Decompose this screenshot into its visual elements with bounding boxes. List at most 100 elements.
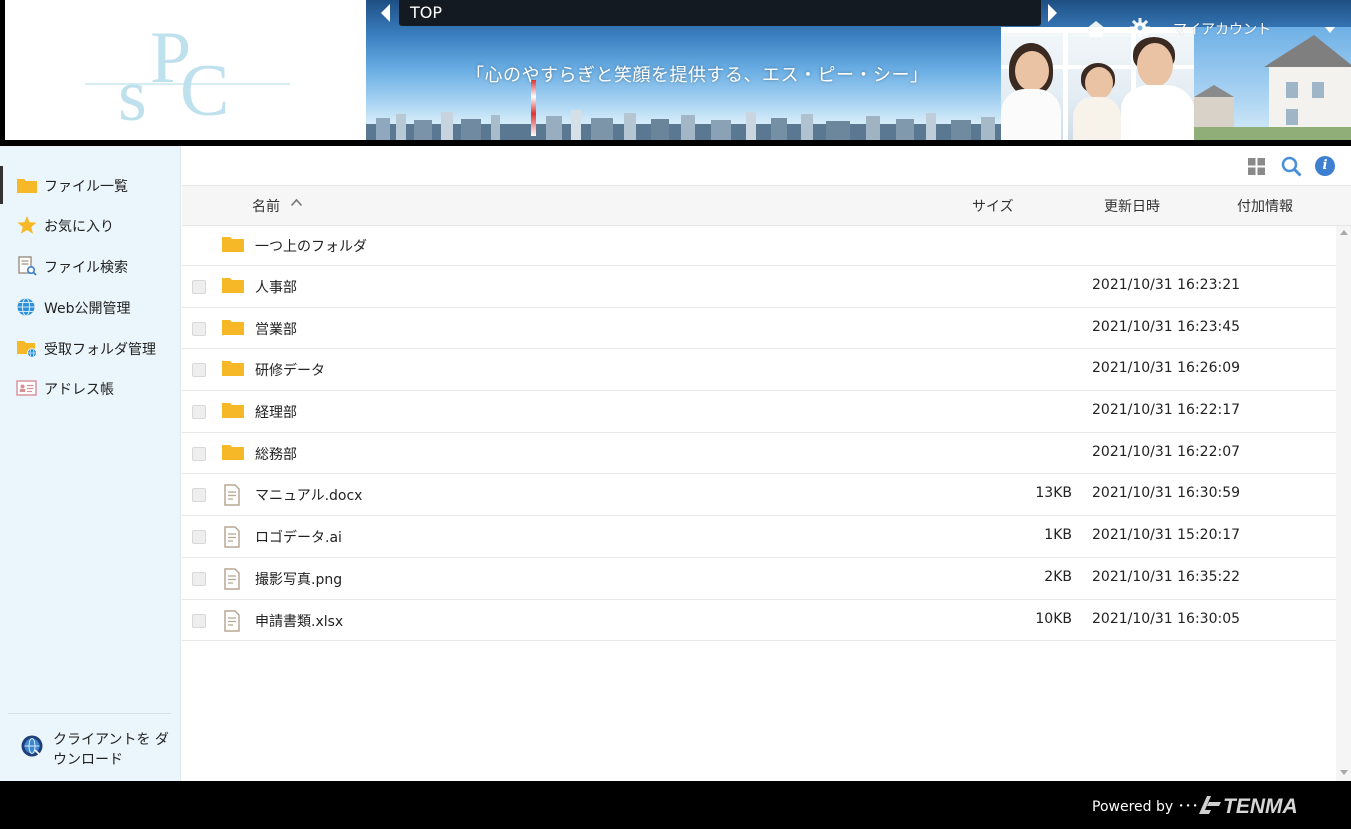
client-download-button[interactable]: クライアントを ダウンロード [0,721,181,776]
sidebar-item-receive-folder[interactable]: 受取フォルダ管理 [0,329,181,367]
table-row[interactable]: 研修データ 2021/10/31 16:26:09 [182,349,1336,392]
column-header-modified[interactable]: 更新日時 [1104,196,1160,216]
column-header-name[interactable]: 名前 [252,196,280,216]
table-row[interactable]: 営業部 2021/10/31 16:23:45 [182,308,1336,350]
parent-folder-label: 一つ上のフォルダ [255,239,367,255]
banner-tagline: 「心のやすらぎと笑顔を提供する、エス・ピー・シー」 [466,65,929,86]
folder-icon [222,278,244,293]
sidebar-item-label: 受取フォルダ管理 [44,342,156,358]
row-name: 撮影写真.png [255,571,343,588]
client-download-icon [21,735,43,757]
table-row[interactable]: 経理部 2021/10/31 16:22:17 [182,391,1336,433]
address-card-icon [16,380,37,396]
vertical-scrollbar[interactable] [1336,226,1351,781]
sidebar-item-label: ファイル一覧 [44,179,128,195]
folder-icon [222,361,244,377]
row-checkbox[interactable] [192,363,206,378]
row-modified: 2021/10/31 16:23:45 [1092,318,1241,335]
scroll-down-arrow-icon[interactable] [1340,770,1348,775]
breadcrumb-forward-arrow-icon[interactable] [1048,4,1057,22]
chevron-down-icon[interactable] [1325,27,1335,33]
tenma-brand-text: TENMA [1223,795,1298,818]
home-icon[interactable] [1085,20,1107,38]
column-header-extra-info[interactable]: 付加情報 [1237,196,1293,216]
house-photo [1194,27,1351,140]
city-skyline-image [366,110,1006,140]
sidebar-item-address-book[interactable]: アドレス帳 [0,369,181,407]
table-row[interactable]: 撮影写真.png 2KB 2021/10/31 16:35:22 [182,558,1336,600]
row-checkbox[interactable] [192,280,206,294]
row-modified: 2021/10/31 16:26:09 [1092,360,1241,377]
row-modified: 2021/10/31 16:22:17 [1092,402,1241,419]
gear-icon[interactable] [1130,18,1150,38]
svg-text:C: C [180,50,229,130]
row-checkbox[interactable] [192,488,206,503]
search-icon[interactable] [1281,156,1302,177]
sidebar-item-file-search[interactable]: ファイル検索 [0,247,181,285]
spc-logo-icon: s P C [85,17,290,130]
star-icon [17,216,37,234]
row-size: 2KB [1044,568,1072,585]
tenma-logo-icon[interactable]: TENMA [1197,792,1327,818]
folder-icon [222,444,244,460]
row-name: 経理部 [255,405,297,422]
folder-icon [17,179,37,193]
document-icon [224,568,240,590]
row-modified: 2021/10/31 16:30:59 [1092,485,1241,502]
row-size: 10KB [1035,610,1072,627]
row-name: ロゴデータ.ai [255,530,342,547]
table-header: 名前 サイズ 更新日時 付加情報 [182,186,1351,226]
table-row[interactable]: ロゴデータ.ai 1KB 2021/10/31 15:20:17 [182,516,1336,558]
table-row[interactable]: 総務部 2021/10/31 16:22:07 [182,433,1336,475]
document-icon [224,526,240,548]
family-photo [1001,27,1194,140]
row-checkbox[interactable] [192,613,206,628]
sort-ascending-icon[interactable] [290,198,303,207]
row-modified: 2021/10/31 16:30:05 [1092,610,1241,627]
row-name: マニュアル.docx [255,488,363,505]
row-modified: 2021/10/31 16:22:07 [1092,443,1241,460]
file-search-icon [18,256,37,276]
client-download-label: クライアントを ダウンロード [53,732,169,768]
sidebar-item-file-list[interactable]: ファイル一覧 [0,166,181,204]
row-modified: 2021/10/31 16:23:21 [1092,277,1241,293]
table-row[interactable]: 申請書類.xlsx 10KB 2021/10/31 16:30:05 [182,600,1336,642]
row-modified: 2021/10/31 16:35:22 [1092,568,1241,585]
folder-icon [222,319,244,335]
app-footer: Powered by ･･･ TENMA [0,781,1351,829]
folder-globe-icon [17,341,37,358]
sidebar-item-favorites[interactable]: お気に入り [0,206,181,244]
row-name: 総務部 [255,446,297,463]
document-icon [224,609,240,632]
svg-text:s: s [118,55,147,130]
sidebar-divider [8,713,171,714]
sidebar-item-label: お気に入り [44,219,114,235]
scroll-up-arrow-icon[interactable] [1340,230,1348,235]
table-row[interactable]: 人事部 2021/10/31 16:23:21 [182,266,1336,308]
breadcrumb-back-arrow-icon[interactable] [381,4,390,22]
toolbar: i [182,146,1351,186]
row-name: 人事部 [255,280,297,296]
row-checkbox[interactable] [192,446,206,461]
breadcrumb-current[interactable]: TOP [410,3,442,22]
sidebar-item-web-publish[interactable]: Web公開管理 [0,288,181,326]
grid-view-icon[interactable] [1248,158,1265,175]
file-list: 一つ上のフォルダ 人事部 2021/10/31 16:23:21 営業部 202… [182,226,1336,642]
row-checkbox[interactable] [192,321,206,336]
folder-icon [222,237,244,252]
table-row[interactable]: マニュアル.docx 13KB 2021/10/31 16:30:59 [182,474,1336,517]
sidebar-item-label: Web公開管理 [44,301,131,317]
column-header-size[interactable]: サイズ [972,196,1014,216]
powered-by-label: Powered by ･･･ [1092,799,1199,815]
parent-folder-row[interactable]: 一つ上のフォルダ [182,226,1336,266]
company-logo[interactable]: s P C [5,0,366,140]
row-checkbox[interactable] [192,571,206,586]
row-checkbox[interactable] [192,405,206,420]
folder-icon [222,403,244,419]
sidebar: ファイル一覧 お気に入り ファイル検索 Web公開管理 受取フォルダ管理 アドレ… [0,146,181,781]
my-account-label[interactable]: マイアカウント [1173,19,1271,39]
tower-illustration [531,80,536,136]
row-checkbox[interactable] [192,530,206,545]
info-icon[interactable]: i [1315,156,1335,176]
row-size: 13KB [1035,485,1072,502]
